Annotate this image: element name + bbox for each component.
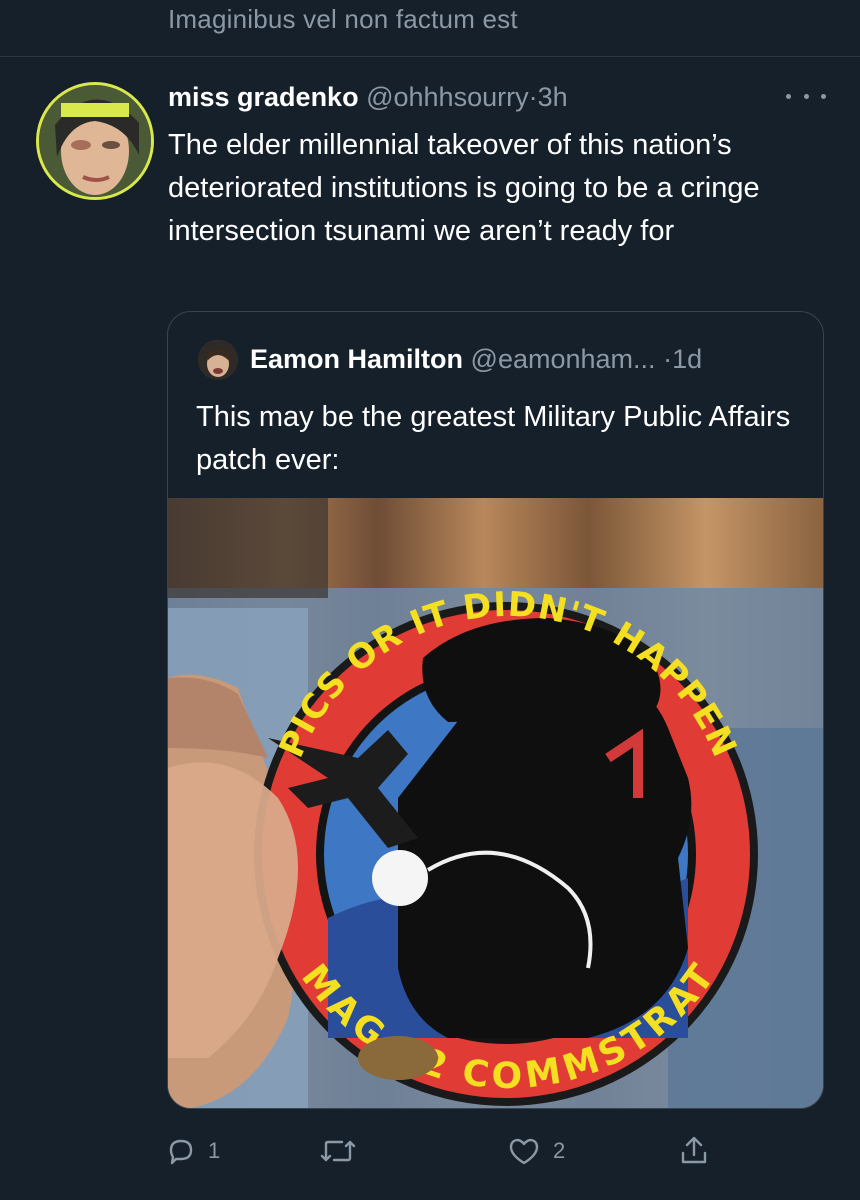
tweet-text: The elder millennial takeover of this na… <box>168 129 760 247</box>
quote-time[interactable]: 1d <box>672 344 702 374</box>
like-icon <box>509 1138 539 1165</box>
more-icon-dot <box>803 93 809 99</box>
reply-icon <box>169 1139 193 1165</box>
author-name[interactable]: miss gradenko <box>168 82 359 112</box>
banner-text: Imaginibus vel non factum est <box>168 4 518 34</box>
retweet-icon <box>320 1140 356 1162</box>
quote-avatar <box>198 340 238 380</box>
quote-author-handle[interactable]: @eamonham... <box>471 344 656 374</box>
reply-button[interactable]: 1 <box>166 1126 220 1176</box>
quote-author-name[interactable]: Eamon Hamilton <box>250 344 463 374</box>
patch-photo: PICS OR IT DIDN'T HAPPEN MAG-12 COMMSTRA… <box>168 498 823 1108</box>
avatar[interactable] <box>36 82 154 200</box>
like-count: 2 <box>553 1138 566 1163</box>
author-handle[interactable]: @ohhhsourry <box>366 82 529 112</box>
quote-header: Eamon Hamilton @eamonham... ·1d <box>250 344 702 375</box>
retweet-button[interactable] <box>318 1126 370 1176</box>
tweet-action-bar: 1 2 <box>0 1126 860 1176</box>
tweet-time[interactable]: 3h <box>538 82 568 112</box>
top-bar: Imaginibus vel non factum est <box>0 0 860 57</box>
share-button[interactable] <box>678 1126 710 1176</box>
share-icon <box>681 1136 707 1164</box>
separator-dot: · <box>528 82 538 112</box>
more-icon-dot <box>786 93 791 99</box>
quote-avatar-image <box>198 340 238 380</box>
more-icon[interactable] <box>786 84 826 108</box>
reply-count: 1 <box>208 1138 221 1163</box>
avatar-image <box>39 85 151 197</box>
quote-text: This may be the greatest Military Public… <box>196 401 791 476</box>
more-icon-dot <box>821 93 826 99</box>
quote-separator-dot: · <box>663 344 673 374</box>
tweet-header: miss gradenko @ohhhsourry·3h <box>168 82 568 113</box>
quoted-tweet-card[interactable]: Eamon Hamilton @eamonham... ·1d This may… <box>167 311 824 1109</box>
quote-image[interactable]: PICS OR IT DIDN'T HAPPEN MAG-12 COMMSTRA… <box>168 498 823 1108</box>
like-button[interactable]: 2 <box>507 1126 565 1176</box>
